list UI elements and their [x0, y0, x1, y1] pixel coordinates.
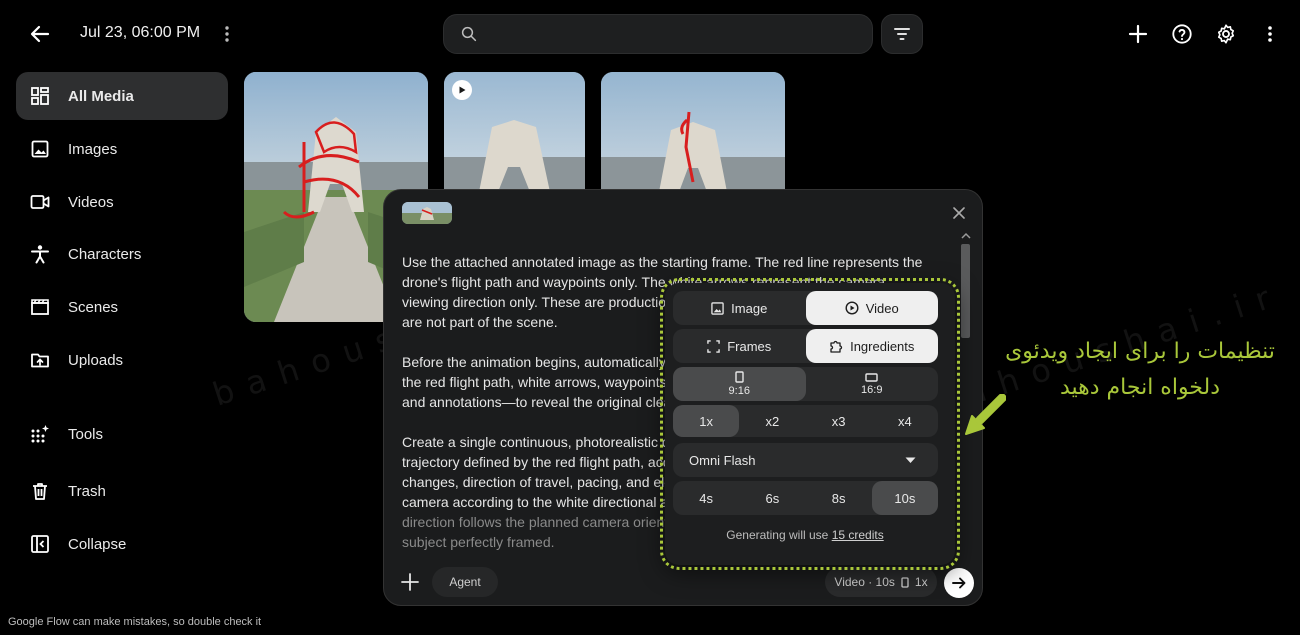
sidebar-item-collapse[interactable]: Collapse	[16, 520, 228, 568]
project-more-icon[interactable]	[218, 22, 236, 46]
upload-folder-icon	[30, 350, 50, 370]
model-select-value: Omni Flash	[689, 452, 756, 468]
duration-6s-option[interactable]: 6s	[739, 481, 805, 515]
duration-10s-option[interactable]: 10s	[871, 481, 938, 515]
aspect-ratio-toggle: 9:16 16:9	[673, 367, 938, 401]
media-type-toggle: Image Video	[673, 291, 938, 325]
clapperboard-icon	[30, 297, 50, 317]
image-icon	[30, 139, 50, 159]
aspect-9-16-option[interactable]: 9:16	[673, 367, 806, 401]
sidebar-item-trash[interactable]: Trash	[16, 467, 228, 515]
output-count-label: 1x	[914, 575, 928, 589]
more-options-icon[interactable]	[1256, 20, 1284, 48]
send-arrow-button[interactable]	[944, 568, 974, 598]
person-icon	[30, 244, 50, 264]
portrait-aspect-icon	[735, 371, 744, 383]
generation-settings-popover: Image Video Frames Ingredients 9:16 16:9…	[660, 278, 960, 570]
sidebar-item-all-media[interactable]: All Media	[16, 72, 228, 120]
agent-button[interactable]: Agent	[432, 567, 498, 597]
duration-4s-option[interactable]: 4s	[673, 481, 739, 515]
help-icon[interactable]	[1168, 20, 1196, 48]
scrollbar-thumb[interactable]	[961, 244, 970, 338]
attached-image-thumbnail[interactable]	[402, 202, 452, 224]
count-x4-option[interactable]: x4	[872, 405, 938, 437]
source-frames-option[interactable]: Frames	[673, 329, 806, 363]
collapse-sidebar-icon	[30, 534, 50, 554]
search-bar[interactable]	[443, 14, 873, 54]
aspect-16-9-option[interactable]: 16:9	[806, 367, 939, 401]
disclaimer-footer: Google Flow can make mistakes, so double…	[8, 616, 262, 628]
credits-link[interactable]: 15 credits	[832, 528, 884, 542]
grid-icon	[30, 86, 50, 106]
output-count-toggle: 1x x2 x3 x4	[673, 405, 938, 437]
chevron-down-icon	[905, 457, 916, 464]
sidebar-item-label: Uploads	[68, 351, 124, 369]
play-circle-icon	[845, 301, 859, 315]
sidebar-item-uploads[interactable]: Uploads	[16, 336, 228, 384]
sidebar-item-characters[interactable]: Characters	[16, 230, 228, 278]
source-toggle: Frames Ingredients	[673, 329, 938, 363]
count-x3-option[interactable]: x3	[806, 405, 872, 437]
sidebar-item-scenes[interactable]: Scenes	[16, 283, 228, 331]
trash-icon	[30, 481, 50, 501]
generation-settings-chip[interactable]: Video · 10s 1x	[825, 567, 937, 597]
back-arrow-icon[interactable]	[26, 20, 54, 48]
scroll-up-arrow-icon[interactable]	[960, 230, 972, 242]
annotation-arrow-icon	[962, 394, 1006, 438]
settings-gear-icon[interactable]	[1212, 20, 1240, 48]
video-camera-icon	[30, 192, 50, 212]
add-icon[interactable]	[1124, 20, 1152, 48]
duration-8s-option[interactable]: 8s	[806, 481, 872, 515]
sidebar-item-label: Scenes	[68, 298, 119, 316]
project-date-title: Jul 23, 06:00 PM	[80, 24, 201, 41]
count-1x-option[interactable]: 1x	[673, 405, 740, 437]
count-x2-option[interactable]: x2	[739, 405, 805, 437]
sidebar-item-label: Characters	[68, 245, 142, 263]
sidebar-item-label: All Media	[68, 87, 134, 105]
filter-icon	[893, 27, 911, 41]
sidebar-item-tools[interactable]: Tools	[16, 410, 228, 458]
sidebar-item-label: Tools	[68, 425, 104, 443]
close-icon[interactable]	[950, 204, 968, 222]
search-icon	[460, 25, 478, 43]
annotation-callout: تنظیمات را برای ایجاد ویدئوی دلخواه انجا…	[1005, 339, 1275, 400]
landscape-aspect-icon	[865, 372, 878, 382]
sparkle-grid-icon	[30, 424, 50, 444]
model-select[interactable]: Omni Flash	[673, 443, 938, 477]
sidebar-item-label: Trash	[68, 482, 106, 500]
sidebar-item-images[interactable]: Images	[16, 125, 228, 173]
sidebar-item-label: Collapse	[68, 535, 127, 553]
mode-duration-label: Video · 10s	[834, 575, 895, 589]
search-input[interactable]	[488, 26, 848, 42]
image-icon	[711, 301, 724, 315]
filter-button[interactable]	[881, 14, 923, 54]
sidebar-item-videos[interactable]: Videos	[16, 178, 228, 226]
source-ingredients-option[interactable]: Ingredients	[805, 329, 938, 363]
type-image-option[interactable]: Image	[673, 291, 806, 325]
portrait-aspect-icon	[901, 576, 909, 588]
video-play-badge	[452, 80, 472, 100]
add-attachment-icon[interactable]	[398, 570, 422, 594]
puzzle-piece-icon	[829, 339, 843, 353]
frame-corners-icon	[707, 339, 720, 353]
sidebar-item-label: Images	[68, 140, 118, 158]
duration-toggle: 4s 6s 8s 10s	[673, 481, 938, 515]
credits-notice: Generating will use 15 credits	[726, 528, 884, 542]
arrow-right-icon	[951, 575, 967, 591]
type-video-option[interactable]: Video	[805, 291, 938, 325]
sidebar-item-label: Videos	[68, 193, 114, 211]
